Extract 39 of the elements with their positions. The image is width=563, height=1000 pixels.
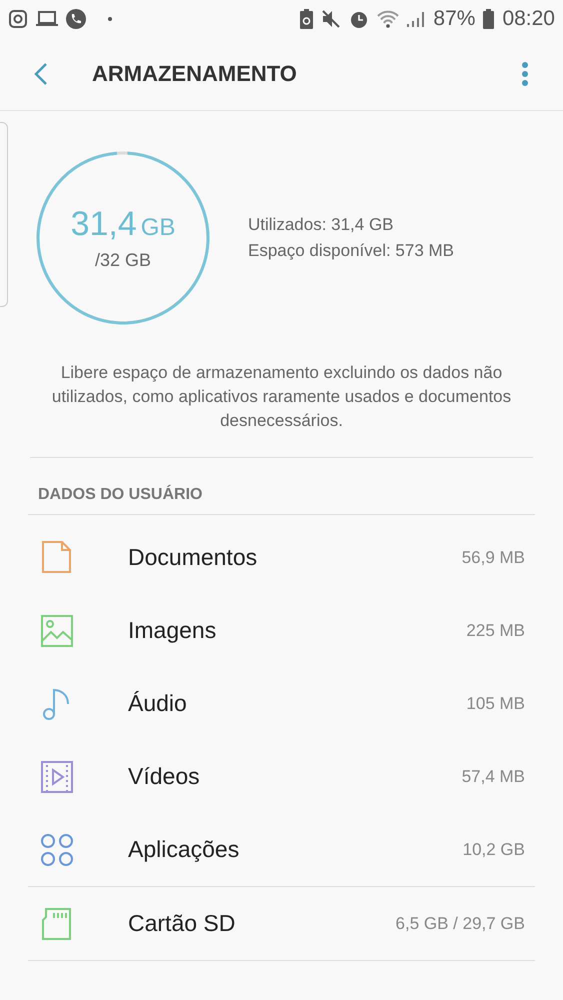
- more-icon: [521, 61, 529, 87]
- storage-category-row[interactable]: Vídeos 57,4 MB: [0, 740, 563, 813]
- category-label: Aplicações: [128, 836, 240, 863]
- category-label: Documentos: [128, 544, 258, 571]
- clock: 08:20: [502, 7, 555, 31]
- alarm-icon: [349, 9, 370, 29]
- storage-category-row[interactable]: Imagens 225 MB: [0, 594, 563, 667]
- battery-icon: [483, 9, 494, 29]
- category-size: 56,9 MB: [462, 548, 525, 568]
- phone-icon: [66, 9, 86, 29]
- storage-category-row[interactable]: Áudio 105 MB: [0, 667, 563, 740]
- laptop-icon: [36, 10, 58, 28]
- storage-category-row[interactable]: Documentos 56,9 MB: [0, 521, 563, 594]
- section-header: DADOS DO USUÁRIO: [28, 486, 535, 515]
- wifi-icon: [377, 10, 400, 28]
- free-storage-text: Espaço disponível: 573 MB: [248, 241, 454, 261]
- sd-card-row[interactable]: Cartão SD 6,5 GB / 29,7 GB: [0, 887, 563, 960]
- category-size: 105 MB: [466, 694, 525, 714]
- page-title: ARMAZENAMENTO: [92, 61, 298, 87]
- mute-icon: [321, 9, 342, 29]
- storage-category-row[interactable]: Aplicações 10,2 GB: [0, 813, 563, 886]
- category-size: 10,2 GB: [462, 840, 525, 860]
- total-capacity: /32 GB: [94, 250, 152, 271]
- used-amount: 31,4 GB: [70, 205, 176, 244]
- camera-icon: [8, 9, 28, 29]
- category-size: 57,4 MB: [462, 766, 525, 786]
- category-label: Áudio: [128, 690, 188, 717]
- battery-saver-icon: [300, 9, 314, 29]
- category-label: Imagens: [128, 617, 218, 644]
- notification-dot-icon: [108, 17, 112, 21]
- sd-card-label: Cartão SD: [128, 910, 236, 937]
- back-icon: [34, 62, 48, 86]
- category-size: 225 MB: [466, 620, 525, 640]
- battery-percent: 87%: [433, 7, 476, 31]
- storage-tip: Libere espaço de armazenamento excluindo os dados não utilizados, como aplicativos raramente usados e documentos desnecessários.: [30, 361, 533, 458]
- category-label: Vídeos: [128, 763, 201, 790]
- signal-icon: [407, 10, 426, 28]
- used-storage-text: Utilizados: 31,4 GB: [248, 215, 395, 235]
- sd-card-size: 6,5 GB / 29,7 GB: [396, 914, 525, 934]
